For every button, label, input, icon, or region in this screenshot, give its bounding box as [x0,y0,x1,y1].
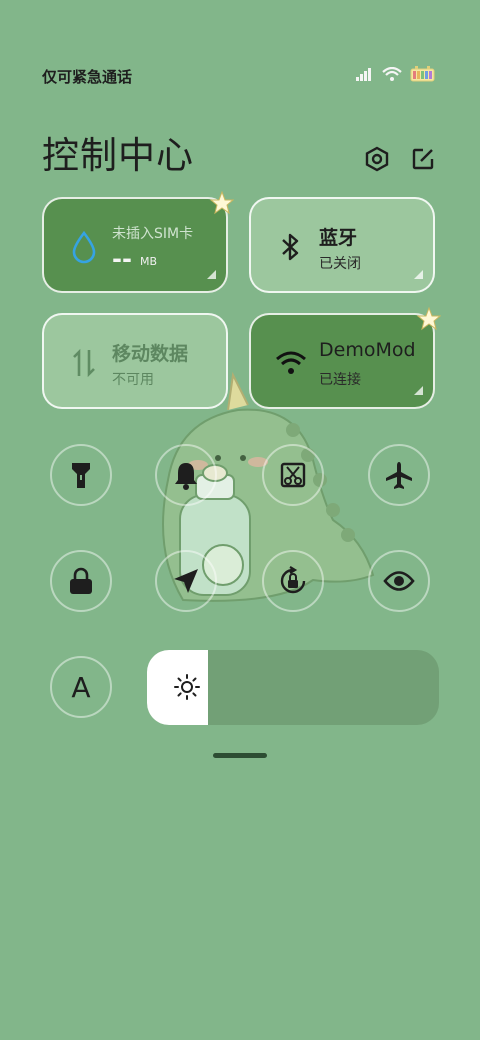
sim-data-usage-tile[interactable]: 未插入SIM卡 -- MB [42,191,234,293]
data-usage-unit: MB [140,255,158,268]
carrier-text: 仅可紧急通话 [42,68,133,86]
bluetooth-label: 蓝牙 [319,227,358,249]
mobile-data-label: 移动数据 [112,343,189,365]
mobile-data-status: 不可用 [112,372,154,388]
bell-icon [175,463,197,490]
flashlight-toggle[interactable] [50,444,112,506]
rotation-lock-icon [280,566,306,594]
star-sticker-icon [417,307,441,331]
expand-corner-icon [414,386,423,395]
brightness-slider[interactable] [147,650,439,725]
rotation-lock-toggle[interactable] [262,550,324,612]
edit-icon[interactable] [406,142,440,176]
star-sticker-icon [210,191,234,215]
location-icon [174,569,198,593]
wifi-tile[interactable]: DemoMod 已连接 [249,307,441,409]
screenshot-toggle[interactable] [262,444,324,506]
signal-icon [356,68,371,81]
data-usage-value: -- [112,245,132,273]
expand-corner-icon [207,270,216,279]
sim-status-label: 未插入SIM卡 [112,226,194,242]
eye-icon [383,571,415,591]
status-bar: 仅可紧急通话 [0,0,480,110]
expand-corner-icon [414,270,423,279]
wifi-status: 已连接 [319,372,361,388]
airplane-icon [386,462,412,489]
airplane-mode-toggle[interactable] [368,444,430,506]
bluetooth-icon [273,229,309,265]
page-title: 控制中心 [42,134,194,177]
wifi-icon [273,345,309,381]
water-drop-icon [66,229,102,265]
mobile-data-tile[interactable]: 移动数据 不可用 [42,313,228,409]
data-arrows-icon [66,345,102,381]
battery-icon [410,66,435,82]
font-size-toggle[interactable]: A [50,656,112,718]
sun-icon [172,672,202,702]
flashlight-icon [72,463,90,488]
status-icons [356,66,436,82]
lock-icon [70,567,92,594]
location-toggle[interactable] [155,550,217,612]
bluetooth-tile[interactable]: 蓝牙 已关闭 [249,197,435,293]
screenshot-icon [280,462,306,488]
wifi-status-icon [382,67,402,81]
drag-handle[interactable] [213,753,267,758]
font-size-label: A [71,670,91,704]
settings-icon[interactable] [360,142,394,176]
wifi-network-name: DemoMod [319,339,416,361]
mute-toggle[interactable] [155,444,217,506]
lock-screen-toggle[interactable] [50,550,112,612]
bluetooth-status: 已关闭 [319,256,361,272]
reading-mode-toggle[interactable] [368,550,430,612]
